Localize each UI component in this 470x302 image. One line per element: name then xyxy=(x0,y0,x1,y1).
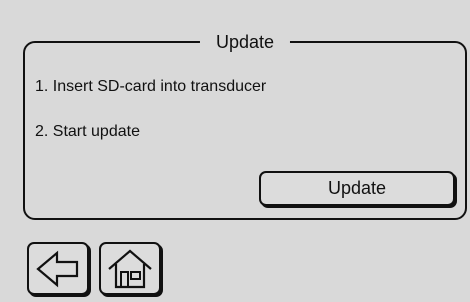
step-insert-sd-card: 1. Insert SD-card into transducer xyxy=(35,78,267,95)
home-button[interactable] xyxy=(99,242,161,295)
update-group: Update 1. Insert SD-card into transducer… xyxy=(23,30,467,220)
update-button[interactable]: Update xyxy=(259,171,455,206)
step-start-update: 2. Start update xyxy=(35,123,140,140)
left-arrow-icon xyxy=(36,250,79,287)
back-button[interactable] xyxy=(27,242,89,295)
home-icon xyxy=(108,249,152,288)
update-screen: Update 1. Insert SD-card into transducer… xyxy=(0,0,470,302)
group-title: Update xyxy=(199,30,291,54)
